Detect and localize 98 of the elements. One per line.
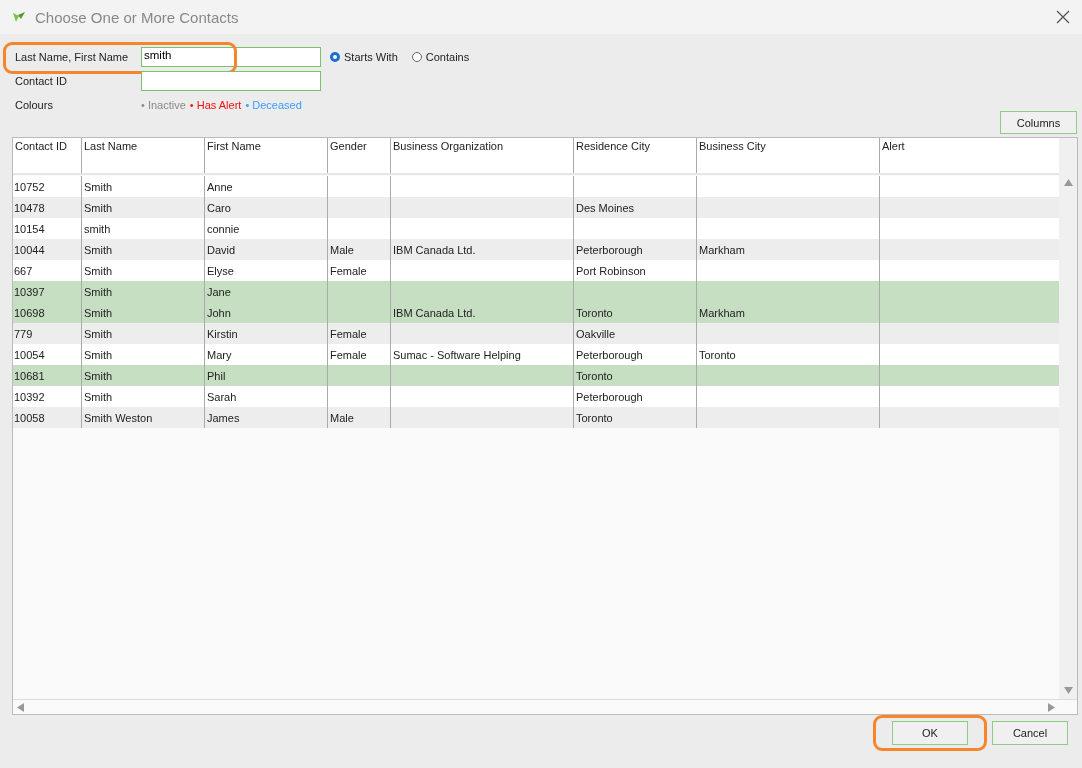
- table-cell: Smith: [84, 285, 113, 298]
- table-cell: Smith Weston: [84, 411, 153, 424]
- table-cell: Kirstin: [207, 327, 238, 340]
- scroll-down-icon[interactable]: [1063, 687, 1073, 694]
- field-label: Contact ID: [14, 75, 68, 87]
- field-label: Colours: [14, 99, 54, 111]
- table-cell: 10058: [14, 411, 45, 424]
- table-row[interactable]: 10058 Smith Weston James Male Toronto: [13, 407, 1059, 428]
- table-cell: Smith: [84, 327, 113, 340]
- table-cell: 10154: [14, 222, 45, 235]
- table-cell: 10392: [14, 390, 45, 403]
- table-cell: Smith: [84, 369, 113, 382]
- table-cell: David: [207, 243, 236, 256]
- table-cell: Smith: [84, 264, 113, 277]
- vertical-scrollbar[interactable]: [1059, 138, 1077, 699]
- table-cell: Smith: [84, 243, 113, 256]
- table-cell: Markham: [699, 306, 745, 319]
- table-row[interactable]: 10478 Smith Caro Des Moines: [13, 197, 1059, 218]
- table-cell: 10044: [14, 243, 45, 256]
- table-cell: Phil: [207, 369, 226, 382]
- window-title: Choose One or More Contacts: [35, 8, 240, 26]
- table-row[interactable]: 10392 Smith Sarah Peterborough: [13, 386, 1059, 407]
- column-header[interactable]: Contact ID: [13, 138, 81, 173]
- table-cell: Peterborough: [576, 348, 643, 361]
- table-cell: Anne: [207, 180, 233, 193]
- table-row[interactable]: 10044 Smith David Male IBM Canada Ltd. Peterborough Markham: [13, 239, 1059, 260]
- table-cell: IBM Canada Ltd.: [393, 306, 476, 319]
- table-row[interactable]: 10054 Smith Mary Female Sumac - Software Helping Peterborough Toronto: [13, 344, 1059, 365]
- table-cell: Des Moines: [576, 201, 635, 214]
- scroll-up-icon[interactable]: [1063, 179, 1073, 186]
- table-cell: Toronto: [576, 369, 613, 382]
- horizontal-scrollbar[interactable]: [13, 699, 1077, 714]
- table-row[interactable]: 10681 Smith Phil Toronto: [13, 365, 1059, 386]
- table-cell: Female: [330, 348, 367, 361]
- table-cell: Smith: [84, 348, 113, 361]
- column-header[interactable]: Gender: [327, 138, 390, 173]
- table-cell: Caro: [207, 201, 231, 214]
- table-cell: Jane: [207, 285, 231, 298]
- table-cell: Female: [330, 264, 367, 277]
- input-field[interactable]: [141, 71, 321, 91]
- table-cell: 10681: [14, 369, 45, 382]
- table-row[interactable]: 10397 Smith Jane: [13, 281, 1059, 302]
- table-row[interactable]: 667 Smith Elyse Female Port Robinson: [13, 260, 1059, 281]
- table-row[interactable]: 10752 Smith Anne: [13, 176, 1059, 197]
- field-label: Last Name, First Name: [14, 51, 130, 63]
- table-cell: Sumac - Software Helping: [393, 348, 521, 361]
- table-cell: Male: [330, 411, 354, 424]
- table-cell: 10752: [14, 180, 45, 193]
- table-cell: Oakville: [576, 327, 616, 340]
- table-cell: 10054: [14, 348, 45, 361]
- table-row[interactable]: 10698 Smith John IBM Canada Ltd. Toronto Markham: [13, 302, 1059, 323]
- table-cell: Peterborough: [576, 390, 643, 403]
- table-cell: Smith: [84, 201, 113, 214]
- table-cell: Female: [330, 327, 367, 340]
- table-cell: connie: [207, 222, 240, 235]
- table-cell: Toronto: [699, 348, 736, 361]
- columns-button[interactable]: Columns: [1000, 111, 1077, 134]
- column-header[interactable]: Business City: [696, 138, 879, 173]
- table-cell: Peterborough: [576, 243, 643, 256]
- table-cell: Smith: [84, 390, 113, 403]
- table-cell: Port Robinson: [576, 264, 646, 277]
- column-header[interactable]: Residence City: [573, 138, 696, 173]
- table-cell: Sarah: [207, 390, 237, 403]
- legend-item: • Has Alert: [189, 99, 242, 111]
- column-header[interactable]: Alert: [879, 138, 1058, 173]
- table-cell: Toronto: [576, 411, 613, 424]
- table-cell: 10698: [14, 306, 45, 319]
- table-cell: Mary: [207, 348, 232, 361]
- radio-option[interactable]: Contains: [411, 51, 470, 63]
- table-row[interactable]: 10154 smith connie: [13, 218, 1059, 239]
- scroll-left-icon[interactable]: [17, 702, 24, 712]
- table-cell: Markham: [699, 243, 745, 256]
- table-cell: John: [207, 306, 231, 319]
- table-cell: James: [207, 411, 240, 424]
- table-cell: Smith: [84, 306, 113, 319]
- radio-option[interactable]: Starts With: [330, 51, 398, 63]
- table-cell: 667: [14, 264, 33, 277]
- table-cell: 10397: [14, 285, 45, 298]
- legend-item: • Inactive: [141, 99, 186, 111]
- column-header[interactable]: Last Name: [81, 138, 204, 173]
- table-cell: 779: [14, 327, 33, 340]
- table-cell: Toronto: [576, 306, 613, 319]
- table-cell: Elyse: [207, 264, 234, 277]
- table-cell: Smith: [84, 180, 113, 193]
- table-cell: Male: [330, 243, 354, 256]
- dialog-button[interactable]: Cancel: [992, 721, 1068, 745]
- leaf-icon: [12, 11, 26, 23]
- input-field[interactable]: smith: [141, 47, 321, 67]
- scroll-right-icon[interactable]: [1048, 702, 1055, 712]
- column-header[interactable]: Business Organization: [390, 138, 573, 173]
- dialog-button[interactable]: OK: [892, 721, 968, 745]
- table-row[interactable]: 779 Smith Kirstin Female Oakville: [13, 323, 1059, 344]
- table-cell: IBM Canada Ltd.: [393, 243, 476, 256]
- column-header[interactable]: First Name: [204, 138, 327, 173]
- table-cell: smith: [84, 222, 111, 235]
- legend-item: • Deceased: [245, 99, 302, 111]
- table-cell: 10478: [14, 201, 45, 214]
- close-button[interactable]: [1056, 10, 1070, 24]
